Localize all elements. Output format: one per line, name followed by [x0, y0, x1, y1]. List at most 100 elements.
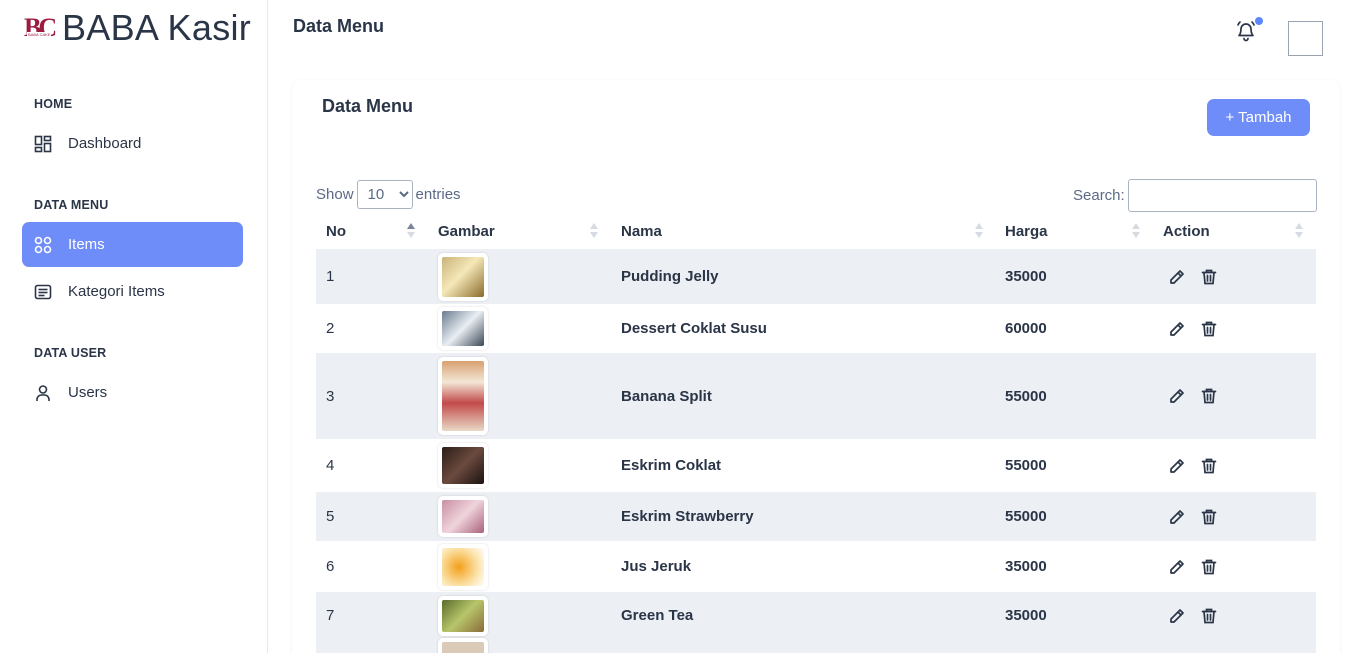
cell-gambar [438, 492, 488, 541]
entries-label: entries [415, 186, 461, 203]
column-header-no[interactable]: No [326, 213, 346, 249]
sidebar-item-label: Users [68, 384, 108, 401]
table-row: 7 Green Tea 35000 [316, 592, 1316, 639]
cell-action [1167, 541, 1219, 592]
cell-nama: Jus Jeruk [621, 558, 692, 575]
cell-gambar [438, 304, 488, 353]
sidebar-item-kategori-items[interactable]: Kategori Items [22, 269, 243, 314]
trash-icon[interactable] [1199, 386, 1219, 406]
sort-icon [1295, 223, 1303, 239]
cell-no: 2 [326, 320, 335, 337]
trash-icon[interactable] [1199, 267, 1219, 287]
menu-image [438, 357, 488, 435]
notification-dot [1255, 17, 1263, 25]
edit-icon[interactable] [1167, 456, 1187, 476]
sidebar-item-items[interactable]: Items [22, 222, 243, 267]
cell-action [1167, 249, 1219, 304]
table-row: 6 Jus Jeruk 35000 [316, 541, 1316, 592]
apps-icon [34, 236, 52, 254]
sidebar-item-dashboard[interactable]: Dashboard [22, 121, 243, 166]
cell-action [1167, 353, 1219, 439]
column-header-harga[interactable]: Harga [1005, 213, 1048, 249]
column-header-action[interactable]: Action [1163, 213, 1210, 249]
cell-gambar [438, 592, 488, 639]
cell-harga: 55000 [1005, 457, 1047, 474]
cell-action [1167, 592, 1219, 639]
edit-icon[interactable] [1167, 319, 1187, 339]
list-details-icon [34, 283, 52, 301]
data-table: No Gambar Nama Harga Action 1 Pudding Jel… [316, 213, 1316, 653]
sidebar-item-users[interactable]: Users [22, 370, 243, 415]
entries-select[interactable]: 10 [356, 180, 413, 209]
cell-harga: 35000 [1005, 607, 1047, 624]
table-row [316, 638, 1316, 653]
brand-name: BABA Kasir [62, 7, 252, 48]
trash-icon[interactable] [1199, 606, 1219, 626]
menu-image [438, 252, 488, 301]
cell-no: 3 [326, 387, 335, 405]
cell-no: 1 [326, 268, 335, 285]
sidebar-item-label: Items [68, 236, 105, 253]
table-body: 1 Pudding Jelly 35000 2 Dessert Coklat Susu 6… [316, 249, 1316, 653]
bell-icon[interactable] [1235, 20, 1257, 42]
menu-image [438, 638, 488, 653]
cell-harga: 55000 [1005, 387, 1047, 405]
brand-logo: BC BABA CAKE [24, 13, 57, 42]
page-title: Data Menu [293, 16, 385, 36]
sort-asc-icon [407, 223, 415, 239]
cell-gambar [438, 249, 488, 304]
table-row: 2 Dessert Coklat Susu 60000 [316, 304, 1316, 353]
cell-no: 4 [326, 457, 335, 474]
brand[interactable]: BC BABA CAKE BABA Kasir [24, 7, 252, 48]
avatar[interactable] [1288, 21, 1323, 56]
cell-gambar [438, 353, 488, 439]
entries-length-control: Show 10 entries [316, 180, 461, 209]
table-row: 4 Eskrim Coklat 55000 [316, 439, 1316, 492]
edit-icon[interactable] [1167, 267, 1187, 287]
layout-dashboard-icon [34, 135, 52, 153]
column-header-nama[interactable]: Nama [621, 213, 662, 249]
trash-icon[interactable] [1199, 557, 1219, 577]
cell-harga: 35000 [1005, 268, 1047, 285]
cell-gambar [438, 541, 488, 592]
trash-icon[interactable] [1199, 507, 1219, 527]
cell-nama: Eskrim Strawberry [621, 508, 754, 525]
card-title: Data Menu [322, 96, 414, 116]
edit-icon[interactable] [1167, 557, 1187, 577]
cell-harga: 55000 [1005, 508, 1047, 525]
cell-no: 7 [326, 607, 335, 624]
sidebar: BC BABA CAKE BABA Kasir HOME Dashboard D… [0, 0, 268, 653]
user-icon [34, 384, 52, 402]
sort-icon [975, 223, 983, 239]
add-button[interactable]: + Tambah [1207, 99, 1310, 136]
menu-image [438, 595, 488, 636]
cell-harga: 35000 [1005, 558, 1047, 575]
table-row: 3 Banana Split 55000 [316, 353, 1316, 439]
cell-no: 5 [326, 508, 335, 525]
search-input[interactable] [1127, 179, 1317, 212]
trash-icon[interactable] [1199, 456, 1219, 476]
cell-gambar [438, 638, 488, 653]
nav-section-data-user: DATA USER [34, 346, 107, 360]
cell-no: 6 [326, 558, 335, 575]
column-header-gambar[interactable]: Gambar [438, 213, 495, 249]
cell-nama: Dessert Coklat Susu [621, 320, 767, 337]
sort-icon [590, 223, 598, 239]
table-row: 5 Eskrim Strawberry 55000 [316, 492, 1316, 541]
table-row: 1 Pudding Jelly 35000 [316, 249, 1316, 304]
edit-icon[interactable] [1167, 386, 1187, 406]
edit-icon[interactable] [1167, 507, 1187, 527]
edit-icon[interactable] [1167, 606, 1187, 626]
cell-nama: Pudding Jelly [621, 268, 719, 285]
cell-action [1167, 439, 1219, 492]
cell-gambar [438, 439, 488, 492]
menu-image [438, 443, 488, 488]
menu-image [438, 307, 488, 350]
search-control: Search: [1073, 179, 1317, 212]
cell-action [1167, 492, 1219, 541]
trash-icon[interactable] [1199, 319, 1219, 339]
menu-image [438, 543, 488, 590]
sidebar-item-label: Kategori Items [68, 283, 165, 300]
cell-nama: Eskrim Coklat [621, 457, 722, 474]
cell-harga: 60000 [1005, 320, 1047, 337]
